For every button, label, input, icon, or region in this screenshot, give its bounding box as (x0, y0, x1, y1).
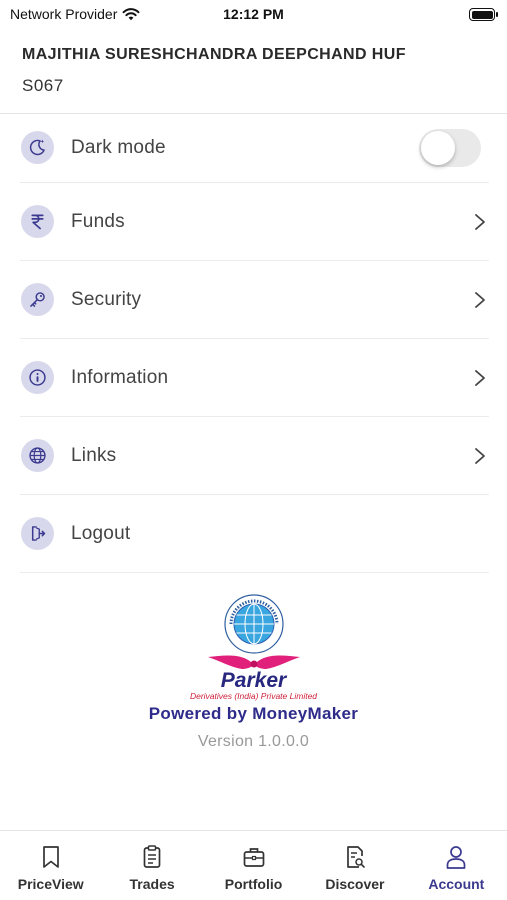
bookmark-icon (42, 846, 59, 868)
menu-label-links: Links (71, 444, 117, 466)
tab-discover[interactable]: Discover (304, 831, 405, 900)
chevron-right-icon (475, 369, 485, 386)
toggle-knob (421, 130, 455, 165)
tab-label-priceview: PriceView (17, 876, 84, 892)
menu-item-funds[interactable]: Funds (20, 183, 489, 261)
tab-label-trades: Trades (129, 876, 175, 892)
status-bar: Network Provider 12:12 PM (0, 0, 507, 30)
logout-icon (21, 517, 54, 550)
dark-mode-toggle[interactable] (419, 128, 481, 167)
tab-label-account: Account (428, 876, 485, 892)
user-icon (446, 846, 466, 869)
brand-subtitle: Derivatives (India) Private Limited (189, 691, 318, 701)
info-icon (21, 361, 54, 394)
menu-label-security: Security (71, 288, 142, 310)
chevron-right-icon (475, 447, 485, 464)
tab-account[interactable]: Account (406, 831, 507, 900)
account-header: MAJITHIA SURESHCHANDRA DEEPCHAND HUF S06… (0, 38, 507, 114)
menu-item-dark-mode: Dark mode (20, 113, 489, 183)
chevron-right-icon (475, 213, 485, 230)
menu-item-links[interactable]: Links (20, 417, 489, 495)
tab-portfolio[interactable]: Portfolio (203, 831, 304, 900)
menu-label-dark-mode: Dark mode (71, 136, 166, 158)
account-name: MAJITHIA SURESHCHANDRA DEEPCHAND HUF (22, 46, 406, 63)
globe-icon (21, 439, 54, 472)
chevron-right-icon (475, 291, 485, 308)
account-menu: Dark mode Funds Security Information Lin… (20, 113, 489, 573)
battery-icon (469, 8, 498, 21)
menu-item-logout[interactable]: Logout (20, 495, 489, 573)
menu-label-logout: Logout (71, 522, 131, 544)
status-time: 12:12 PM (223, 6, 284, 22)
menu-item-security[interactable]: Security (20, 261, 489, 339)
bottom-tab-bar: PriceView Trades Portfolio Discover Acco… (0, 830, 507, 900)
brand-block: Parker Derivatives (India) Private Limit… (0, 593, 507, 751)
parker-seal-logo (223, 594, 284, 654)
tab-priceview[interactable]: PriceView (0, 831, 101, 900)
clipboard-icon (143, 845, 161, 868)
menu-label-funds: Funds (71, 210, 125, 232)
menu-label-information: Information (71, 366, 169, 388)
moon-icon (21, 131, 54, 164)
menu-item-information[interactable]: Information (20, 339, 489, 417)
tab-label-discover: Discover (325, 876, 385, 892)
account-code: S067 (22, 76, 64, 95)
tab-label-portfolio: Portfolio (224, 876, 283, 892)
search-document-icon (347, 846, 365, 868)
briefcase-icon (243, 848, 264, 867)
powered-by-text: Powered by MoneyMaker (148, 704, 359, 723)
tab-trades[interactable]: Trades (101, 831, 202, 900)
brand-name: Parker (220, 669, 287, 692)
rupee-icon (21, 205, 54, 238)
key-icon (21, 283, 54, 316)
version-text: Version 1.0.0.0 (197, 733, 310, 750)
